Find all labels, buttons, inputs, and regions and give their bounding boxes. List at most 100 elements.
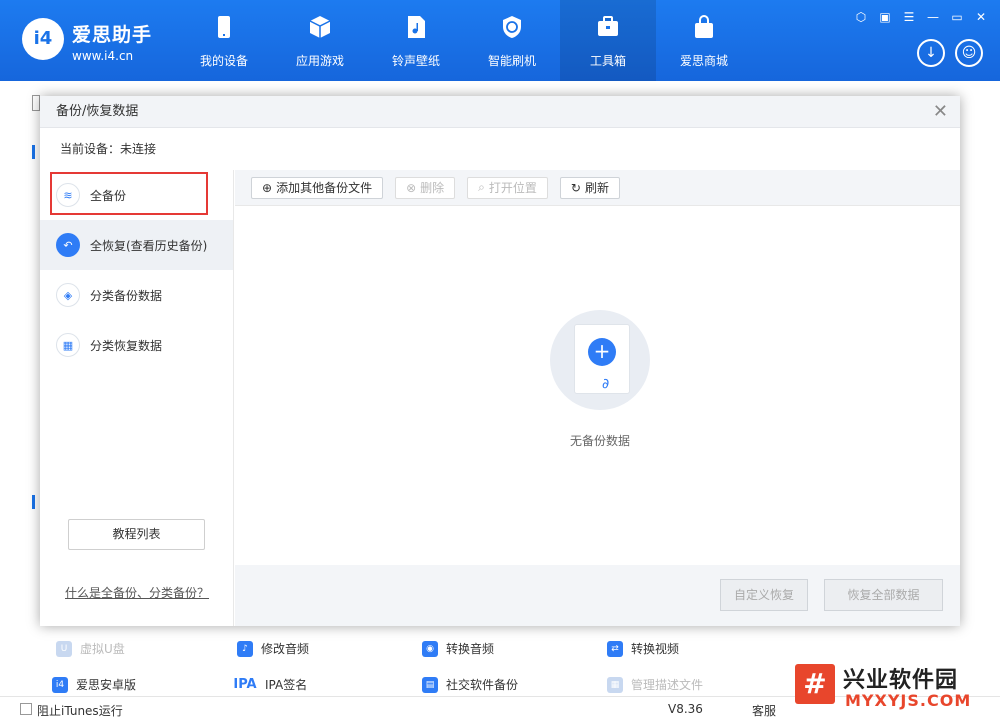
block-itunes-checkbox[interactable] xyxy=(20,703,32,715)
app-logo: i4 xyxy=(22,18,64,60)
restore-all-button[interactable]: 恢复全部数据 xyxy=(824,579,943,611)
dialog-toolbar: ⊕ 添加其他备份文件 ⊗ 删除 ⌕ 打开位置 ↻ 刷新 xyxy=(235,170,960,206)
nav-label: 爱思商城 xyxy=(679,54,728,68)
tool-label: 虚拟U盘 xyxy=(80,642,125,656)
tool-label: 转换音频 xyxy=(446,642,495,656)
tool-ipa-sign[interactable]: IPA IPA签名 xyxy=(233,676,307,693)
nav-toolbox[interactable]: 工具箱 xyxy=(560,0,656,81)
convert-audio-icon: ◉ xyxy=(422,640,438,657)
sidebar-item-label: 分类恢复数据 xyxy=(90,338,163,353)
app-name: 爱思助手 xyxy=(72,24,153,46)
dialog-main: ⊕ 添加其他备份文件 ⊗ 删除 ⌕ 打开位置 ↻ 刷新 + ∂ 无备份数据 自定义恢复 … xyxy=(235,170,960,626)
help-link[interactable]: 什么是全备份、分类备份？ xyxy=(65,584,209,601)
nav-my-device[interactable]: 我的设备 xyxy=(176,0,272,81)
nav-label: 应用游戏 xyxy=(295,54,344,68)
box-icon: ◈ xyxy=(56,283,80,307)
version-label: V8.36 xyxy=(668,702,703,716)
shopping-bag-icon xyxy=(695,15,713,38)
delete-icon: ⊗ xyxy=(406,180,417,195)
button-label: 刷新 xyxy=(584,181,609,195)
watermark-title: 兴业软件园 xyxy=(843,668,959,693)
sidebar-item-label: 全恢复(查看历史备份) xyxy=(90,238,208,253)
dialog-footer: 自定义恢复 恢复全部数据 xyxy=(235,565,960,626)
undo-icon: ↶ xyxy=(56,233,80,257)
empty-state: + ∂ 无备份数据 xyxy=(535,310,665,449)
skin-icon[interactable]: ⬡ xyxy=(854,10,868,24)
plus-circle-icon: ⊕ xyxy=(262,180,273,195)
sidebar-item-category-restore[interactable]: ▦ 分类恢复数据 xyxy=(40,320,233,370)
nav-label: 我的设备 xyxy=(199,54,248,68)
sidebar-item-full-backup[interactable]: ≋ 全备份 xyxy=(40,170,233,220)
tool-social-backup[interactable]: ▤ 社交软件备份 xyxy=(422,676,518,693)
refresh-icon: ↻ xyxy=(570,180,581,195)
toolbox-icon xyxy=(598,16,618,36)
refresh-shield-icon xyxy=(503,16,521,38)
watermark-domain: MYXYJS.COM xyxy=(845,691,972,710)
cube-icon xyxy=(309,16,331,38)
highlight-box xyxy=(50,172,208,215)
empty-text: 无备份数据 xyxy=(569,434,630,448)
minimize-icon[interactable]: — xyxy=(926,10,940,24)
custom-restore-button[interactable]: 自定义恢复 xyxy=(720,579,808,611)
tutorial-list-button[interactable]: 教程列表 xyxy=(68,519,205,550)
audio-icon: ♪ xyxy=(237,640,253,657)
block-itunes-label: 阻止iTunes运行 xyxy=(37,704,123,718)
download-icon[interactable]: ↓ xyxy=(917,39,945,67)
menu-icon[interactable]: ☰ xyxy=(902,10,916,24)
tool-label: 管理描述文件 xyxy=(631,678,704,692)
user-icon[interactable]: ☺ xyxy=(955,39,983,67)
close-icon[interactable]: ✕ xyxy=(933,96,948,128)
sidebar-item-category-backup[interactable]: ◈ 分类备份数据 xyxy=(40,270,233,320)
close-window-icon[interactable]: ✕ xyxy=(974,10,988,24)
tool-edit-audio[interactable]: ♪ 修改音频 xyxy=(237,640,309,657)
nav-store[interactable]: 爱思商城 xyxy=(656,0,752,81)
button-label: 打开位置 xyxy=(488,181,537,195)
udisk-icon: U xyxy=(56,640,72,657)
delete-button[interactable]: ⊗ 删除 xyxy=(395,176,456,199)
refresh-button[interactable]: ↻ 刷新 xyxy=(559,176,620,199)
convert-video-icon: ⇄ xyxy=(607,640,623,657)
add-backup-file-button[interactable]: ⊕ 添加其他备份文件 xyxy=(251,176,384,199)
app-url: www.i4.cn xyxy=(72,49,134,63)
customer-service-link[interactable]: 客服 xyxy=(752,702,776,719)
tool-convert-audio[interactable]: ◉ 转换音频 xyxy=(422,640,494,657)
ipa-icon: IPA xyxy=(233,676,257,692)
nav-label: 工具箱 xyxy=(589,54,626,68)
add-icon: + xyxy=(588,338,616,366)
dialog-title: 备份/恢复数据 xyxy=(56,104,139,119)
open-location-button[interactable]: ⌕ 打开位置 xyxy=(467,176,548,199)
music-file-icon xyxy=(408,16,425,38)
tool-android[interactable]: i4 爱思安卓版 xyxy=(52,676,136,693)
nav-label: 铃声壁纸 xyxy=(391,54,440,68)
brand: 爱思助手 www.i4.cn xyxy=(72,20,152,63)
main-nav: 我的设备 应用游戏 铃声壁纸 智能刷机 工具箱 爱思商城 xyxy=(176,0,752,81)
button-label: 删除 xyxy=(420,181,445,195)
nav-flash[interactable]: 智能刷机 xyxy=(464,0,560,81)
sidebar-item-label: 分类备份数据 xyxy=(90,288,163,303)
tool-label: 爱思安卓版 xyxy=(76,678,137,692)
nav-apps-games[interactable]: 应用游戏 xyxy=(272,0,368,81)
empty-illustration: + ∂ xyxy=(550,310,650,410)
bg-section-marker xyxy=(32,495,35,509)
nav-ringtones[interactable]: 铃声壁纸 xyxy=(368,0,464,81)
social-backup-icon: ▤ xyxy=(422,676,438,693)
tool-label: 修改音频 xyxy=(261,642,310,656)
dialog-titlebar: 备份/恢复数据 ✕ xyxy=(40,96,960,128)
sidebar-item-full-restore[interactable]: ↶ 全恢复(查看历史备份) xyxy=(40,220,233,270)
profile-icon: ▦ xyxy=(607,676,623,693)
grid-icon: ▦ xyxy=(56,333,80,357)
tool-profiles[interactable]: ▦ 管理描述文件 xyxy=(607,676,703,693)
tool-virtual-udisk[interactable]: U 虚拟U盘 xyxy=(56,640,125,657)
i4-android-icon: i4 xyxy=(52,676,68,693)
backup-restore-dialog: 备份/恢复数据 ✕ 当前设备：未连接 ≋ 全备份 ↶ 全恢复(查看历史备份) ◈… xyxy=(40,96,960,626)
tool-label: 社交软件备份 xyxy=(446,678,519,692)
tool-convert-video[interactable]: ⇄ 转换视频 xyxy=(607,640,679,657)
bg-fragment xyxy=(32,95,40,111)
watermark: # 兴业软件园 MYXYJS.COM xyxy=(795,660,1000,720)
feedback-icon[interactable]: ▣ xyxy=(878,10,892,24)
tool-label: IPA签名 xyxy=(265,678,308,692)
button-label: 添加其他备份文件 xyxy=(276,181,373,195)
nav-label: 智能刷机 xyxy=(487,54,536,68)
maximize-icon[interactable]: ▭ xyxy=(950,10,964,24)
folder-search-icon: ⌕ xyxy=(478,180,485,194)
